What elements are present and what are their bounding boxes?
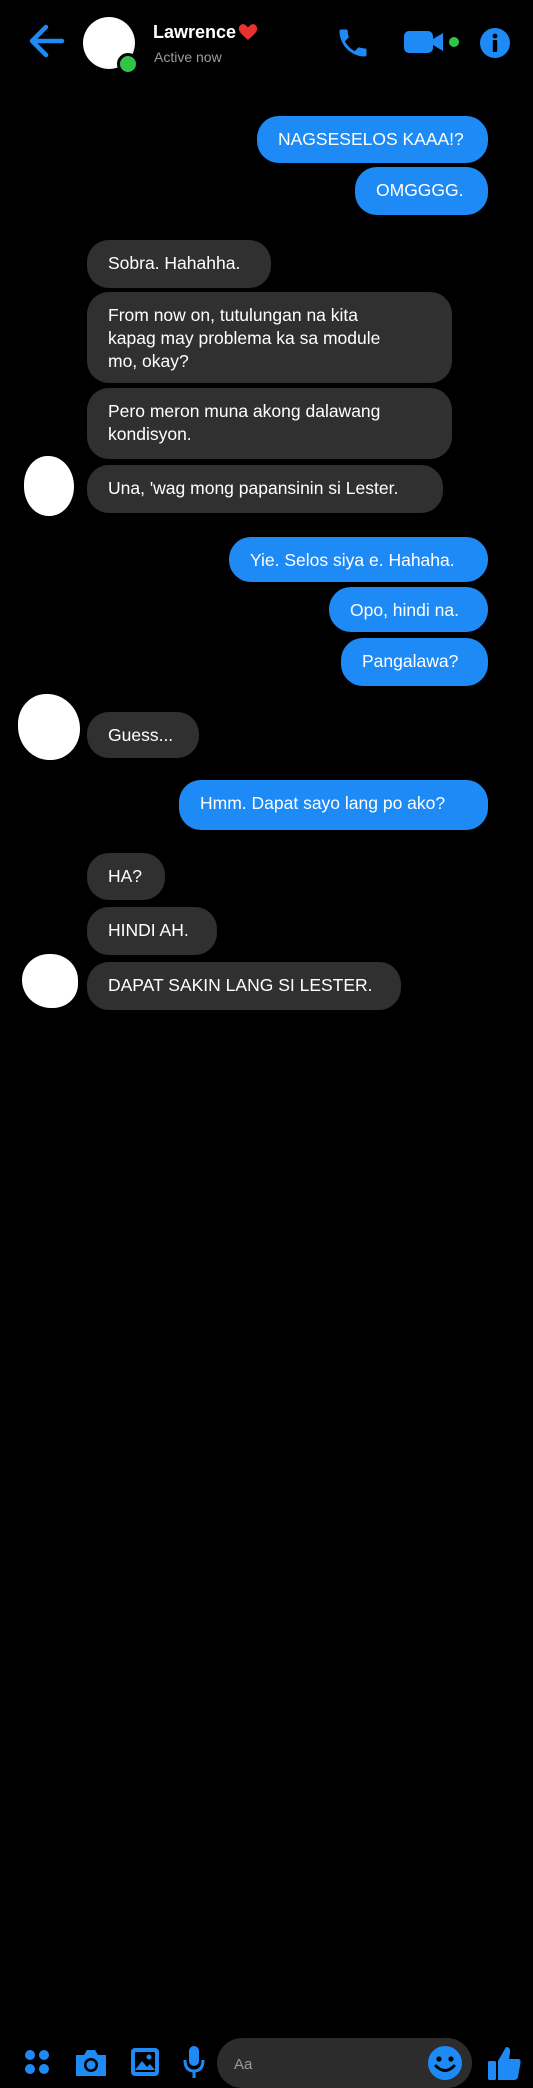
message-text: Hmm. Dapat sayo lang po ako? [200,793,446,813]
contact-avatar-small[interactable] [24,456,74,516]
contact-avatar-small[interactable] [22,954,78,1008]
message-bubble-sent[interactable]: Yie. Selos siya e. Hahaha. [229,537,488,582]
message-text: Opo, hindi na. [350,600,459,620]
info-icon[interactable] [479,27,511,59]
message-bubble-sent[interactable]: Opo, hindi na. [329,587,488,632]
message-bubble-sent[interactable]: Hmm. Dapat sayo lang po ako? [179,780,488,830]
contact-avatar-small[interactable] [18,694,80,760]
emoji-icon[interactable] [426,2044,464,2082]
message-bubble-received[interactable]: HINDI AH. [87,907,217,955]
message-bubble-sent[interactable]: NAGSESELOS KAAA!? [257,116,488,163]
contact-status: Active now [154,49,222,65]
message-bubble-received[interactable]: HA? [87,853,165,900]
phone-icon[interactable] [335,25,371,61]
message-text: Sobra. Hahahha. [108,253,241,273]
contact-name[interactable]: Lawrence [153,22,236,43]
message-bubble-sent[interactable]: OMGGGG. [355,167,488,215]
message-text: DAPAT SAKIN LANG SI LESTER. [108,975,373,995]
message-text: Yie. Selos siya e. Hahaha. [250,550,455,570]
message-bubble-received[interactable]: Sobra. Hahahha. [87,240,271,288]
thumbs-up-icon[interactable] [486,2044,522,2082]
message-text: Pangalawa? [362,651,459,671]
message-bubble-received[interactable]: Una, 'wag mong papansinin si Lester. [87,465,443,513]
message-text: Una, 'wag mong papansinin si Lester. [108,478,399,498]
message-bubble-received[interactable]: DAPAT SAKIN LANG SI LESTER. [87,962,401,1010]
message-composer: Aa [0,1016,533,2088]
microphone-icon[interactable] [183,2044,205,2080]
message-text-line: kapag may problema ka sa module [108,328,381,348]
message-text: HA? [108,866,143,886]
message-bubble-received[interactable]: From now on, tutulungan na kita kapag ma… [87,292,452,383]
video-camera-icon[interactable] [402,29,460,55]
message-bubble-received[interactable]: Guess... [87,712,199,758]
message-text: HINDI AH. [108,920,189,940]
camera-icon[interactable] [73,2047,109,2078]
message-text: OMGGGG. [376,180,464,200]
message-text-line: Pero meron muna akong dalawang [108,401,381,421]
message-bubble-received[interactable]: Pero meron muna akong dalawang kondisyon… [87,388,452,459]
apps-icon[interactable] [23,2048,51,2076]
active-status-dot [117,53,139,75]
conversation-header: Lawrence Active now [0,0,533,84]
message-text: Guess... [108,725,174,745]
message-text-line: From now on, tutulungan na kita [108,305,359,325]
message-text: NAGSESELOS KAAA!? [278,129,464,149]
heart-emoji-icon [238,24,258,40]
message-bubble-sent[interactable]: Pangalawa? [341,638,488,686]
arrow-left-icon[interactable] [26,24,66,58]
message-text-line: kondisyon. [108,424,192,444]
message-text-line: mo, okay? [108,351,189,371]
gallery-icon[interactable] [129,2046,161,2078]
message-input-placeholder: Aa [234,2056,253,2073]
